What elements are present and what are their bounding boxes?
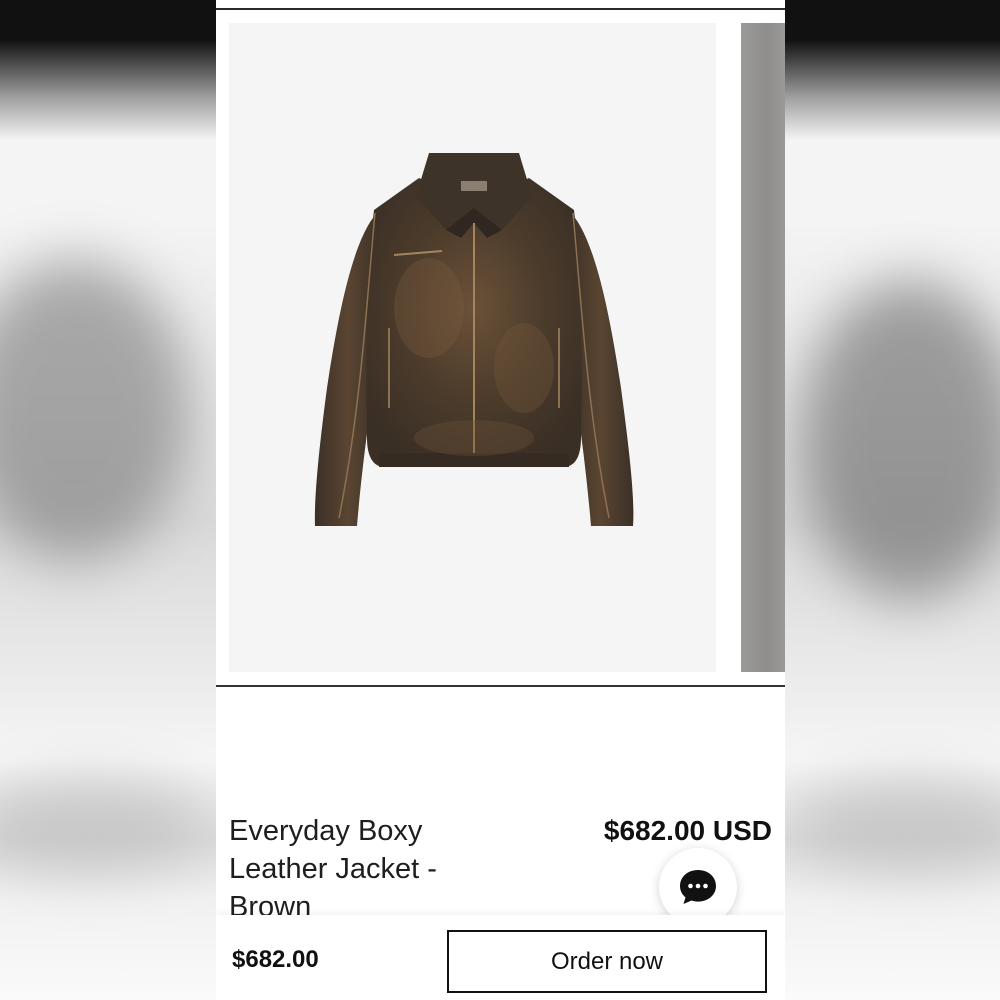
sticky-purchase-bar: $682.00 Order now [216,915,785,1000]
product-page: Everyday Boxy Leather Jacket - Brown $68… [216,0,785,1000]
chat-bubble-icon [680,870,716,904]
product-image[interactable] [229,23,716,672]
background-blur-shape [0,780,210,870]
next-image-peek[interactable] [741,23,785,672]
leather-jacket-photo [314,153,634,526]
bar-price: $682.00 [232,946,319,973]
background-blur-shape [790,780,1000,870]
order-now-button[interactable]: Order now [447,930,767,993]
background-blur-shape [0,260,190,560]
gallery-divider [216,685,785,687]
product-price: $682.00 USD [603,815,772,846]
image-gallery[interactable] [216,10,785,686]
background-blur-shape [800,280,1000,600]
product-title: Everyday Boxy Leather Jacket - Brown [229,815,437,923]
